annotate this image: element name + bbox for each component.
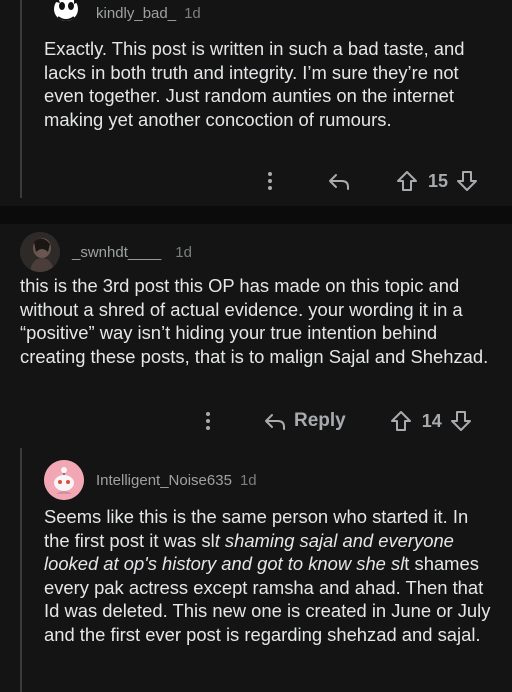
- avatar-image: [20, 232, 60, 272]
- more-vertical-icon: [268, 172, 272, 190]
- upvote-button[interactable]: [396, 170, 418, 192]
- avatar[interactable]: [20, 232, 60, 272]
- more-vertical-icon: [206, 412, 210, 430]
- reply-arrow-icon: [265, 414, 285, 430]
- comment-body: Seems like this is the same person who s…: [44, 505, 494, 646]
- reply-button[interactable]: [328, 171, 350, 191]
- more-button[interactable]: [200, 411, 216, 431]
- upvote-button[interactable]: [390, 410, 412, 432]
- username[interactable]: Intelligent_Noise635: [96, 472, 232, 489]
- timestamp: 1d: [239, 471, 257, 489]
- vote-count: 15: [428, 170, 449, 191]
- avatar[interactable]: [44, 460, 84, 500]
- thread-line[interactable]: [20, 0, 22, 198]
- username[interactable]: kindly_bad_: [96, 5, 176, 22]
- reply-arrow-icon: [329, 174, 349, 190]
- upvote-arrow-icon: [397, 171, 417, 191]
- timestamp: 1d: [184, 4, 201, 22]
- username[interactable]: _swnhdt____: [72, 244, 161, 261]
- thread-line[interactable]: [20, 448, 22, 692]
- comment-body: Exactly. This post is written in such a …: [44, 38, 465, 130]
- downvote-button[interactable]: [456, 170, 478, 192]
- reply-button[interactable]: Reply: [264, 410, 346, 432]
- more-button[interactable]: [262, 171, 278, 191]
- downvote-button[interactable]: [450, 410, 472, 432]
- downvote-arrow-icon: [450, 411, 471, 431]
- comment-header: Intelligent_Noise635 1d: [44, 460, 257, 500]
- downvote-arrow-icon: [457, 171, 478, 191]
- comment-card: _swnhdt____ 1d this is the 3rd post this…: [0, 224, 512, 692]
- comment-header: _swnhdt____ 1d: [20, 232, 192, 272]
- vote-count: 14: [421, 410, 442, 431]
- timestamp: 1d: [175, 243, 192, 261]
- comment-body: this is the 3rd post this OP has made on…: [20, 275, 489, 367]
- comment-actions: 15: [262, 168, 478, 194]
- reply-label: Reply: [294, 410, 346, 431]
- avatar-image: [52, 0, 80, 21]
- snoo-avatar-icon: [44, 460, 84, 500]
- avatar[interactable]: [44, 0, 84, 25]
- upvote-arrow-icon: [390, 411, 411, 431]
- comment-header: kindly_bad_ 1d: [44, 0, 201, 26]
- comment-actions: Reply 14: [200, 408, 472, 434]
- comment-card: kindly_bad_ 1d Exactly. This post is wri…: [0, 0, 512, 206]
